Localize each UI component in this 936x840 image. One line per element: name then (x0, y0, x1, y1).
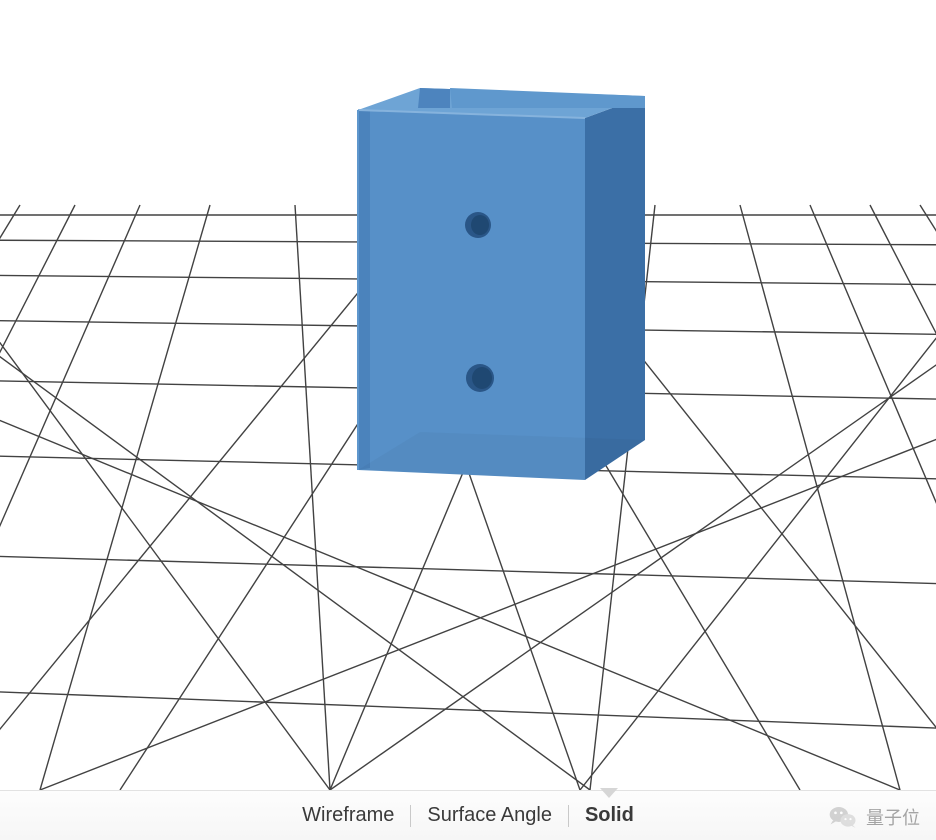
view-mode-group: Wireframe Surface Angle Solid (286, 798, 650, 833)
view-mode-solid[interactable]: Solid (569, 798, 650, 833)
view-mode-wireframe[interactable]: Wireframe (286, 798, 410, 833)
view-mode-surface-angle[interactable]: Surface Angle (411, 798, 568, 833)
hole-upper (465, 212, 491, 238)
hole-lower (466, 364, 494, 392)
active-indicator-icon (600, 788, 618, 798)
model-bracket (358, 88, 645, 480)
3d-viewport[interactable] (0, 0, 936, 790)
scene-svg (0, 0, 936, 790)
view-mode-toolbar: Wireframe Surface Angle Solid (0, 790, 936, 840)
view-mode-label: Solid (585, 804, 634, 826)
